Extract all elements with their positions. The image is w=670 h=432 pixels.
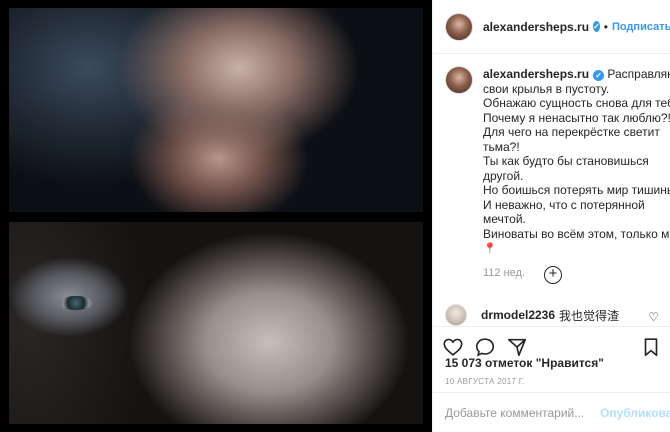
photo-top [9,8,423,212]
author-username[interactable]: alexandersheps.ru [483,20,589,34]
publish-button[interactable]: Опубликовать [600,406,670,420]
caption-line: свои крылья в пустоту. [483,81,610,96]
comment-text: 我也觉得渣 [559,308,620,323]
follow-button[interactable]: Подписаться [612,21,670,33]
caption-lines: alexandersheps.ru ✓ Расправляю свои крыль… [483,67,670,257]
commenter-avatar[interactable] [445,304,467,326]
caption-author-avatar[interactable] [445,66,473,94]
comment-username[interactable]: drmodel2236 [481,308,555,322]
caption-line: мечтой. [483,212,526,226]
caption-line: Виноваты во всём этом, только мы... [483,226,670,241]
post-header: alexandersheps.ru ✓ • Подписаться [433,0,670,54]
load-more-comments-button[interactable]: + [544,266,562,284]
caption-line: 📍 [483,241,667,257]
comment-item: drmodel2236 我也觉得渣 ♡ [445,304,665,326]
caption-line: другой. [483,168,524,183]
comment-like-heart-icon[interactable]: ♡ [648,310,659,324]
caption-author-username[interactable]: alexandersheps.ru [483,67,589,81]
add-comment-section: Опубликовать [433,392,670,432]
pin-emoji-icon: 📍 [483,243,497,255]
bookmark-icon[interactable] [639,335,663,359]
instagram-post: alexandersheps.ru ✓ • Подписаться alexan… [0,0,670,432]
post-sidebar: alexandersheps.ru ✓ • Подписаться alexan… [432,0,670,432]
caption-text: Расправляю [607,67,670,81]
verified-badge-icon: ✓ [593,70,605,81]
caption-time-ago[interactable]: 112 нед. [483,266,667,281]
verified-badge-icon: ✓ [593,21,600,32]
header-separator: • [603,19,608,34]
author-avatar[interactable] [445,12,473,41]
caption-line: Но боишься потерять мир тишины [483,183,670,197]
caption-line: Обнажаю сущность снова для тебя. [483,96,670,110]
likes-count[interactable]: 15 073 отметок "Нравится" [445,356,604,370]
caption-line: Для чего на перекрёстке светит [483,125,660,139]
caption-line: Ты как будто бы становишься [483,154,649,168]
caption-line: alexandersheps.ru ✓ Расправляю [483,67,670,82]
caption-body: alexandersheps.ru ✓ Расправляю свои крыль… [483,67,670,281]
comment-input[interactable] [445,405,600,420]
caption-line: тьма?! [483,139,520,154]
photo-eye-detail [59,296,93,310]
post-media[interactable] [0,0,432,432]
photo-bottom [9,222,423,424]
caption-line: Почему я ненасытно так люблю?! [483,110,670,125]
caption-line: И неважно, что с потерянной [483,197,645,212]
post-date: 10 АВГУСТА 2017 Г. [445,377,525,386]
